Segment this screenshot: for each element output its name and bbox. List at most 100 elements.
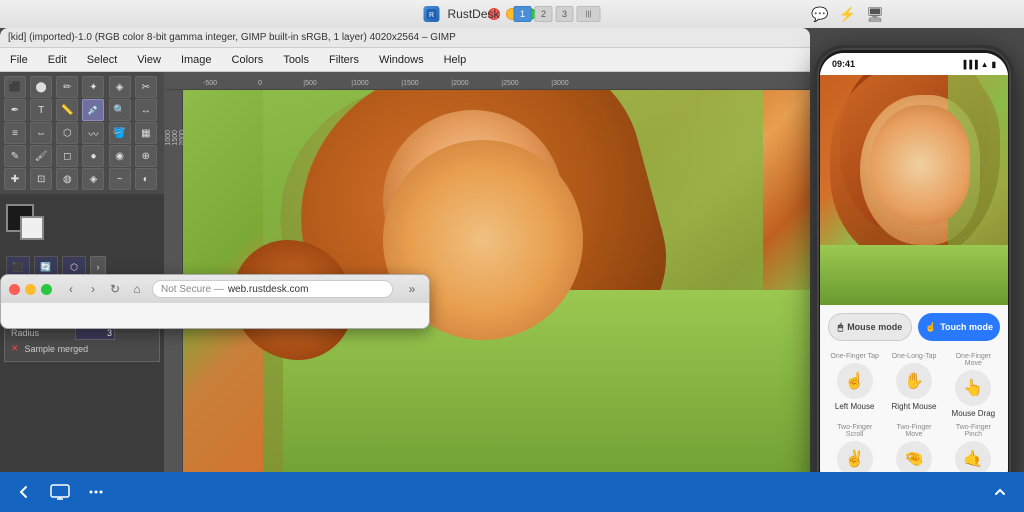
gegl-sample-row: ✕ Sample merged (11, 343, 153, 354)
phone-power-button[interactable] (1011, 128, 1014, 168)
rustdesk-tab-4[interactable]: ||| (577, 6, 601, 22)
menu-select[interactable]: Select (83, 52, 122, 68)
menu-tools[interactable]: Tools (279, 52, 313, 68)
svg-text:R: R (429, 12, 434, 19)
browser-url: web.rustdesk.com (228, 284, 309, 295)
lightning-icon[interactable]: ⚡ (839, 6, 856, 23)
gesture-mouse-drag-icon: 👆 (955, 370, 991, 406)
browser-more-button[interactable]: » (403, 280, 421, 298)
menu-colors[interactable]: Colors (228, 52, 268, 68)
rustdesk-tab-2[interactable]: 2 (535, 6, 553, 22)
touch-mode-button[interactable]: ☝ Touch mode (918, 313, 1000, 341)
gesture-mouse-wheel-label-top: Two-Finger Scroll (828, 424, 881, 438)
browser-nav: ‹ › ↻ ⌂ (62, 280, 146, 298)
browser-maximize-button[interactable] (41, 284, 52, 295)
phone-volume-down-button[interactable] (814, 151, 817, 176)
tool-clone[interactable]: ⊕ (135, 145, 157, 167)
tool-perspective-clone[interactable]: ⊡ (30, 168, 52, 190)
chat-icon[interactable]: 💬 (811, 6, 828, 23)
screen-icon[interactable]: 🖥 (866, 6, 884, 23)
battery-icon: ▮ (992, 60, 996, 69)
ruler-mark-2000: |2000 (435, 80, 485, 87)
browser-titlebar: ‹ › ↻ ⌂ Not Secure — web.rustdesk.com » (1, 275, 429, 303)
tool-smudge[interactable]: ~ (109, 168, 131, 190)
tool-heal[interactable]: ✚ (4, 168, 26, 190)
tool-cage[interactable]: ⬡ (56, 122, 78, 144)
tool-warp[interactable]: 〰 (82, 122, 104, 144)
menu-edit[interactable]: Edit (44, 52, 71, 68)
gimp-window: [kid] (imported)-1.0 (RGB color 8-bit ga… (0, 28, 810, 512)
tool-align[interactable]: ≡ (4, 122, 26, 144)
background-color[interactable] (20, 216, 44, 240)
menu-filters[interactable]: Filters (325, 52, 363, 68)
menu-help[interactable]: Help (440, 52, 471, 68)
signal-icon: ▐▐▐ (961, 60, 978, 69)
ruler-mark-3000: |3000 (535, 80, 585, 87)
gesture-mouse-drag-label-bottom: Mouse Drag (952, 409, 996, 418)
gegl-sample-check[interactable]: ✕ (11, 343, 19, 354)
rustdesk-logo-icon: R (423, 6, 439, 22)
browser-minimize-button[interactable] (25, 284, 36, 295)
tool-color-picker[interactable]: 💉 (82, 99, 104, 121)
rustdesk-title-content: R RustDesk 1 2 3 ||| (423, 6, 600, 22)
tool-dodge[interactable]: ◐ (135, 168, 157, 190)
browser-addressbar[interactable]: Not Secure — web.rustdesk.com (152, 280, 393, 298)
phone-status-icons: ▐▐▐ ▲ ▮ (961, 60, 996, 69)
tool-flip[interactable]: ⇔ (30, 122, 52, 144)
phone-screen: 09:41 ▐▐▐ ▲ ▮ 🖱 Mo (820, 53, 1008, 492)
menu-view[interactable]: View (133, 52, 165, 68)
browser-forward-button[interactable]: › (84, 280, 102, 298)
taskbar-screen-button[interactable] (46, 478, 74, 506)
taskbar-chevron-up[interactable] (986, 478, 1014, 506)
gesture-left-mouse-icon: ☝ (837, 363, 873, 399)
tool-rect-select[interactable]: ⬛ (4, 76, 26, 98)
tool-ink[interactable]: ◉ (109, 145, 131, 167)
menu-image[interactable]: Image (177, 52, 216, 68)
tool-zoom[interactable]: 🔍 (109, 99, 131, 121)
menu-file[interactable]: File (6, 52, 32, 68)
tool-fuzzy-select[interactable]: ✦ (82, 76, 104, 98)
phone-volume-up-button[interactable] (814, 118, 817, 143)
tool-sharpen[interactable]: ◈ (82, 168, 104, 190)
rustdesk-tab-1[interactable]: 1 (514, 6, 532, 22)
gesture-left-mouse-label-top: One-Finger Tap (830, 353, 879, 360)
tool-bucket-fill[interactable]: 🪣 (109, 122, 131, 144)
ruler-mark-2500: |2500 (485, 80, 535, 87)
taskbar-more-button[interactable] (82, 478, 110, 506)
tool-free-select[interactable]: ✏ (56, 76, 78, 98)
browser-traffic-lights (9, 284, 52, 295)
mouse-mode-button[interactable]: 🖱 Mouse mode (828, 313, 912, 341)
taskbar-back-button[interactable] (10, 478, 38, 506)
tool-blur[interactable]: ◍ (56, 168, 78, 190)
ruler-mark-0: 0 (235, 80, 285, 87)
tool-paintbrush[interactable]: 🖌 (30, 145, 52, 167)
tool-scissors[interactable]: ✂ (135, 76, 157, 98)
gegl-radius-label: Radius (11, 328, 71, 338)
tool-paths[interactable]: ✒ (4, 99, 26, 121)
gegl-sample-label: Sample merged (25, 344, 89, 354)
gesture-left-mouse: One-Finger Tap ☝ Left Mouse (828, 353, 881, 418)
tool-ellipse-select[interactable]: ⬤ (30, 76, 52, 98)
rustdesk-tab-3[interactable]: 3 (556, 6, 574, 22)
tool-blend[interactable]: ▦ (135, 122, 157, 144)
browser-back-button[interactable]: ‹ (62, 280, 80, 298)
tool-airbrush[interactable]: ● (82, 145, 104, 167)
gesture-mouse-drag: One-Finger Move 👆 Mouse Drag (947, 353, 1000, 418)
tool-pencil[interactable]: ✎ (4, 145, 26, 167)
foreground-background-colors[interactable] (6, 204, 50, 248)
browser-close-button[interactable] (9, 284, 20, 295)
menu-windows[interactable]: Windows (375, 52, 428, 68)
tool-eraser[interactable]: ◻ (56, 145, 78, 167)
browser-home-button[interactable]: ⌂ (128, 280, 146, 298)
rustdesk-header-icons: 💬 ⚡ 🖥 (811, 6, 884, 23)
taskbar (0, 472, 1024, 512)
tool-measure[interactable]: 📏 (56, 99, 78, 121)
rustdesk-titlebar: R RustDesk 1 2 3 ||| 💬 ⚡ 🖥 (0, 0, 1024, 28)
browser-reload-button[interactable]: ↻ (106, 280, 124, 298)
tool-select-color[interactable]: ◈ (109, 76, 131, 98)
tool-transform[interactable]: ↔ (135, 99, 157, 121)
ruler-mark-1500: |1500 (385, 80, 435, 87)
touch-icon: ☝ (925, 322, 936, 333)
gimp-subtitle: [kid] (imported)-1.0 (RGB color 8-bit ga… (0, 28, 810, 48)
tool-text[interactable]: T (30, 99, 52, 121)
